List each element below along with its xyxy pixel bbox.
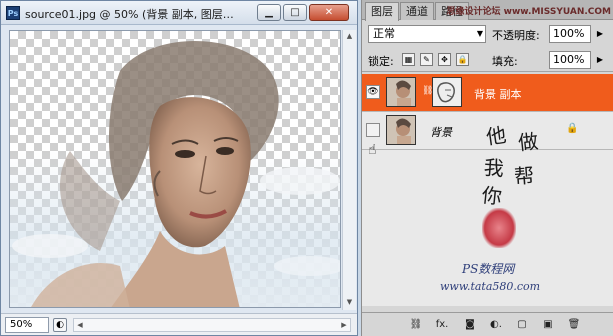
opacity-arrow-icon[interactable]: ▶ <box>593 26 607 42</box>
layers-panel-toolbar: ⛓ fx. ◙ ◐. ▢ ▣ 🗑 <box>362 312 613 336</box>
lock-position-icon[interactable]: ✥ <box>438 53 451 66</box>
handwriting-char: 帮 <box>513 163 535 189</box>
layer-list: 👁 ⛓ 背景 副本 背景 🔒 他 做 我 帮 你 PS数程网 www.tata5… <box>362 74 613 306</box>
lock-icon: 🔒 <box>566 123 579 134</box>
maximize-button[interactable]: □ <box>283 4 307 21</box>
blend-mode-select[interactable]: 正常 ▼ <box>368 25 486 43</box>
vertical-scrollbar[interactable]: ▲ ▼ <box>342 30 356 310</box>
lock-transparency-icon[interactable]: ▦ <box>402 53 415 66</box>
layer-thumbnail <box>386 115 416 145</box>
layers-panel: 图层 通道 路径 思缘设计论坛 www.MISSYUAN.COM 正常 ▼ 不透… <box>361 0 613 336</box>
fill-label: 填充: <box>492 55 518 68</box>
footer-site-name: PS数程网 <box>462 262 515 276</box>
document-titlebar[interactable]: Ps source01.jpg @ 50% (背景 副本, 图层… ▁ □ ✕ <box>1 1 357 25</box>
adjustment-icon[interactable]: ◐. <box>488 317 504 333</box>
tab-channels[interactable]: 通道 <box>400 2 434 20</box>
scroll-up-icon[interactable]: ▲ <box>345 32 354 41</box>
link-layers-icon[interactable]: ⛓ <box>408 317 424 333</box>
lock-pixels-icon[interactable]: ✎ <box>420 53 433 66</box>
zoom-field[interactable]: 50% <box>5 317 49 333</box>
handwriting-char: 做 <box>516 129 540 155</box>
blend-mode-value: 正常 <box>373 27 395 40</box>
portrait-photo <box>10 41 340 307</box>
fill-field[interactable]: 100% <box>549 51 591 69</box>
tab-layers[interactable]: 图层 <box>365 2 399 21</box>
fill-arrow-icon[interactable]: ▶ <box>593 52 607 68</box>
opacity-field[interactable]: 100% <box>549 25 591 43</box>
site-watermark: 思缘设计论坛 www.MISSYUAN.COM <box>446 7 611 17</box>
lock-label: 锁定: <box>368 55 394 68</box>
handwriting-char: 我 <box>483 155 505 181</box>
folder-icon[interactable]: ▢ <box>514 317 530 333</box>
layer-name[interactable]: 背景 <box>430 124 452 140</box>
status-bar: 50% ◐ ◀ ▶ <box>1 313 357 335</box>
trash-icon[interactable]: 🗑 <box>566 317 582 333</box>
lock-all-icon[interactable]: 🔒 <box>456 53 469 66</box>
lock-row: 锁定: ▦ ✎ ✥ 🔒 填充: 100% ▶ <box>362 48 613 72</box>
chevron-down-icon: ▼ <box>476 29 483 38</box>
minimize-button[interactable]: ▁ <box>257 4 281 21</box>
photoshop-logo-icon: Ps <box>6 6 20 20</box>
red-seal-stamp <box>482 208 516 248</box>
scroll-right-icon[interactable]: ▶ <box>338 319 350 331</box>
visibility-toggle[interactable] <box>366 123 380 137</box>
layer-thumbnail <box>386 77 416 107</box>
new-layer-icon[interactable]: ▣ <box>540 317 556 333</box>
status-info-icon[interactable]: ◐ <box>53 318 67 332</box>
opacity-label: 不透明度: <box>492 29 540 42</box>
eye-icon[interactable]: 👁 <box>366 85 380 99</box>
handwriting-char: 他 <box>484 122 508 150</box>
horizontal-scrollbar[interactable]: ◀ ▶ <box>73 318 351 332</box>
footer-site-url: www.tata580.com <box>440 280 541 293</box>
close-button[interactable]: ✕ <box>309 4 349 21</box>
layer-name[interactable]: 背景 副本 <box>474 86 522 102</box>
layer-row-background-copy[interactable]: 👁 ⛓ 背景 副本 <box>362 74 613 112</box>
fx-icon[interactable]: fx. <box>434 317 450 333</box>
image-canvas[interactable] <box>9 30 341 308</box>
document-title: source01.jpg @ 50% (背景 副本, 图层… <box>25 8 234 21</box>
panel-tabbar: 图层 通道 路径 思缘设计论坛 www.MISSYUAN.COM <box>362 0 613 21</box>
mask-icon[interactable]: ◙ <box>462 317 478 333</box>
document-window: Ps source01.jpg @ 50% (背景 副本, 图层… ▁ □ ✕ <box>0 0 358 336</box>
blend-row: 正常 ▼ 不透明度: 100% ▶ <box>362 22 613 46</box>
scroll-left-icon[interactable]: ◀ <box>74 319 86 331</box>
handwriting-char: 你 <box>480 183 504 209</box>
hand-cursor-icon: ☝ <box>368 142 377 158</box>
scroll-down-icon[interactable]: ▼ <box>345 298 354 307</box>
layer-mask-thumbnail[interactable] <box>432 77 462 107</box>
